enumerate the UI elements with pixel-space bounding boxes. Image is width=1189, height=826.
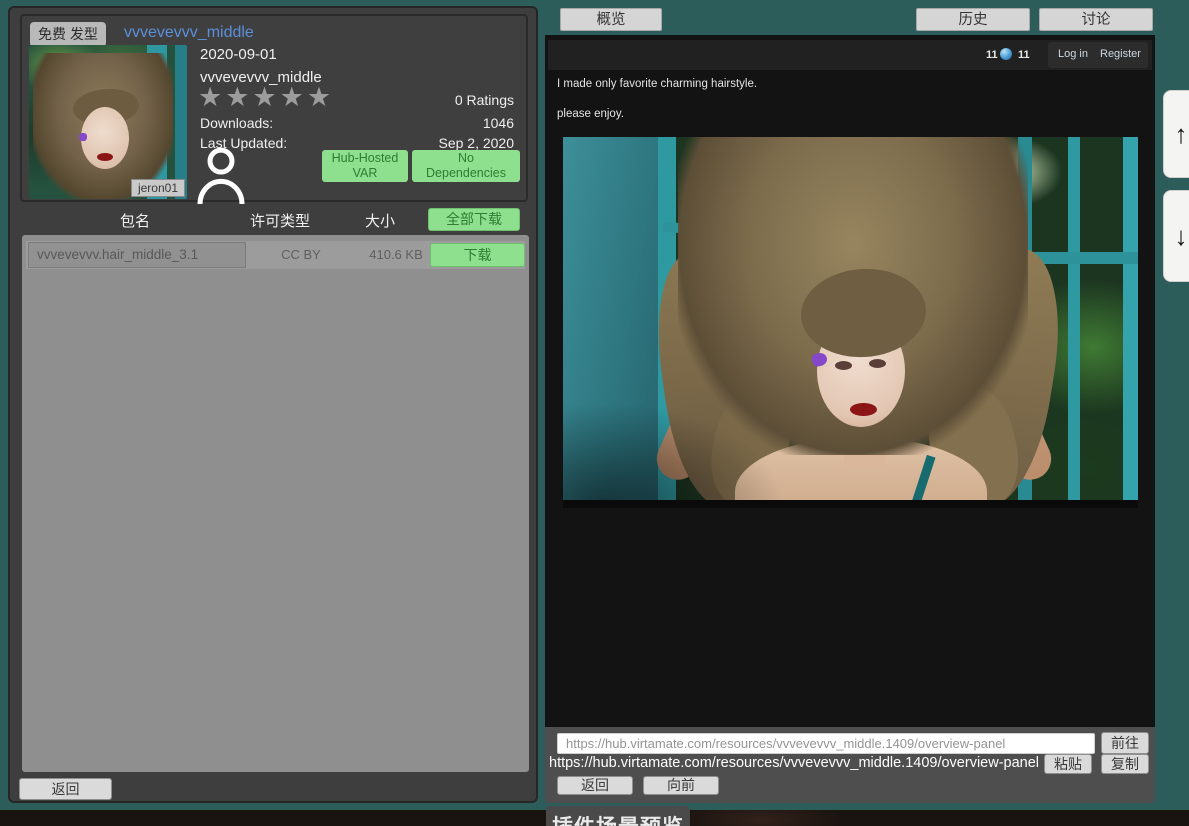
tab-history[interactable]: 历史 xyxy=(916,8,1030,31)
column-license-type: 许可类型 xyxy=(225,210,335,231)
table-row: vvvevevvv.hair_middle_3.1 CC BY 410.6 KB… xyxy=(26,241,525,269)
hub-hosted-var-badge: Hub-Hosted VAR xyxy=(322,150,408,182)
webview-header: 11 11 Log in Register xyxy=(548,40,1152,70)
scroll-up-button[interactable]: ↑ xyxy=(1163,90,1189,178)
thumbnail-art xyxy=(79,133,87,141)
account-links-box: Log in Register xyxy=(1048,42,1148,68)
ratings-count: 0 Ratings xyxy=(455,92,514,108)
arrow-down-icon: ↓ xyxy=(1175,221,1188,252)
counter-right: 11 xyxy=(1018,49,1030,61)
preview-art xyxy=(563,500,1138,508)
login-link[interactable]: Log in xyxy=(1058,48,1088,60)
download-all-button[interactable]: 全部下载 xyxy=(428,208,520,231)
url-input[interactable] xyxy=(557,733,1095,754)
downloads-value: 1046 xyxy=(483,115,514,131)
free-hairstyle-badge: 免费 发型 xyxy=(30,22,106,47)
preview-art xyxy=(563,137,1138,508)
downloads-label: Downloads: xyxy=(200,115,273,131)
resource-title-link[interactable]: vvvevevvv_middle xyxy=(124,24,254,42)
resource-date: 2020-09-01 xyxy=(200,46,277,63)
description-line: please enjoy. xyxy=(557,108,624,120)
arrow-up-icon: ↑ xyxy=(1175,119,1188,150)
package-list: vvvevevvv.hair_middle_3.1 CC BY 410.6 KB… xyxy=(22,235,529,772)
register-link[interactable]: Register xyxy=(1100,48,1141,60)
tab-discussion[interactable]: 讨论 xyxy=(1039,8,1153,31)
column-size: 大小 xyxy=(340,210,420,231)
resource-thumbnail[interactable]: jeron01 xyxy=(29,45,187,199)
column-package-name: 包名 xyxy=(70,210,200,231)
thumbnail-art xyxy=(175,45,187,199)
no-dependencies-badge: No Dependencies xyxy=(412,150,520,182)
resource-info-card: 免费 发型 vvvevevvv_middle jeron01 2020-09-0… xyxy=(20,14,528,202)
sphere-icon xyxy=(1000,48,1012,60)
counter-left: 11 xyxy=(986,49,998,61)
background-ui-bar: 插件场景预览 xyxy=(546,806,690,826)
copy-button[interactable]: 复制 xyxy=(1101,754,1149,774)
panel-back-button[interactable]: 返回 xyxy=(19,778,112,800)
last-updated-value: Sep 2, 2020 xyxy=(438,135,514,151)
license-cell: CC BY xyxy=(256,241,346,269)
user-icon xyxy=(192,142,250,204)
current-url-text: https://hub.virtamate.com/resources/vvve… xyxy=(549,755,1069,771)
author-badge: jeron01 xyxy=(131,179,185,197)
thumbnail-art xyxy=(97,153,113,161)
description-line: I made only favorite charming hairstyle. xyxy=(557,78,757,90)
browser-back-button[interactable]: 返回 xyxy=(557,776,633,795)
paste-button[interactable]: 粘贴 xyxy=(1044,754,1092,774)
resource-panel: 免费 发型 vvvevevvv_middle jeron01 2020-09-0… xyxy=(8,6,538,803)
browser-forward-button[interactable]: 向前 xyxy=(643,776,719,795)
size-cell: 410.6 KB xyxy=(351,241,441,269)
tab-overview[interactable]: 概览 xyxy=(560,8,662,31)
package-name-cell[interactable]: vvvevevvv.hair_middle_3.1 xyxy=(28,242,246,268)
browser-controls: 前往 https://hub.virtamate.com/resources/v… xyxy=(545,727,1155,803)
scroll-down-button[interactable]: ↓ xyxy=(1163,190,1189,282)
hub-webview: 11 11 Log in Register I made only favori… xyxy=(545,35,1155,727)
vam-hub-resource-screen: 免费 发型 vvvevevvv_middle jeron01 2020-09-0… xyxy=(0,0,1189,826)
go-button[interactable]: 前往 xyxy=(1101,732,1149,754)
background-ui-label: 插件场景预览 xyxy=(546,811,690,826)
preview-image xyxy=(563,137,1138,508)
rating-stars[interactable]: ★★★★★ xyxy=(198,82,334,113)
download-button[interactable]: 下载 xyxy=(430,243,525,267)
